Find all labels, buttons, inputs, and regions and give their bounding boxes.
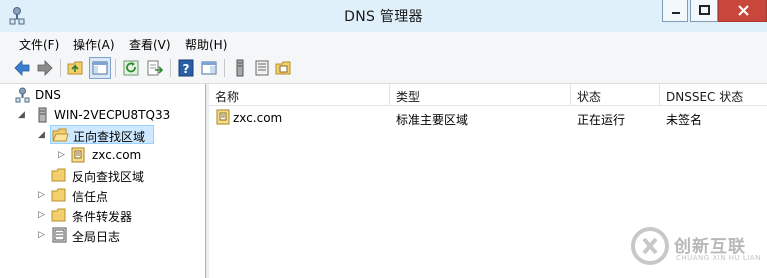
toolbar: ? xyxy=(0,54,767,84)
toolbar-separator xyxy=(224,59,225,77)
minimize-icon xyxy=(672,12,680,14)
minimize-button[interactable] xyxy=(662,0,688,22)
help-icon[interactable]: ? xyxy=(176,58,196,78)
tree-label-forward-zones: 正向查找区域 xyxy=(73,130,146,144)
tree-item-conditional-forwarders[interactable]: ▷ 条件转发器 xyxy=(36,206,156,225)
svg-text:?: ? xyxy=(183,62,190,76)
cell-type: 标准主要区域 xyxy=(396,113,469,127)
maximize-icon xyxy=(699,5,710,15)
column-header-name[interactable]: 名称 xyxy=(209,84,390,105)
expanded-arrow-icon[interactable]: ◢ xyxy=(18,110,25,120)
tree-item-trust-points[interactable]: ▷ 信任点 xyxy=(36,186,146,205)
export-list-icon[interactable] xyxy=(145,58,165,78)
forward-arrow-icon[interactable] xyxy=(35,58,55,78)
menu-view[interactable]: 查看(V) xyxy=(129,36,171,53)
collapsed-arrow-icon[interactable]: ▷ xyxy=(38,210,45,220)
show-hide-tree-icon[interactable] xyxy=(89,57,111,79)
folder-icon xyxy=(51,208,66,222)
properties-pane-icon[interactable] xyxy=(199,58,219,78)
tree-label-conditional-forwarders: 条件转发器 xyxy=(72,210,133,224)
event-log-icon xyxy=(52,227,67,243)
tree-item-forward-zones[interactable]: 正向查找区域 xyxy=(50,125,154,144)
tree-item-server[interactable]: ◢ WIN-2VECPU8TQ33 xyxy=(16,106,201,125)
tree-item-global-logs[interactable]: ▷ 全局日志 xyxy=(36,226,146,245)
list-header: 名称 类型 状态 DNSSEC 状态 xyxy=(209,84,767,106)
column-header-type[interactable]: 类型 xyxy=(390,84,571,105)
watermark-logo-icon xyxy=(631,227,669,265)
up-folder-icon[interactable] xyxy=(66,58,86,78)
collapsed-arrow-icon[interactable]: ▷ xyxy=(38,230,45,240)
close-icon xyxy=(738,5,749,16)
toolbar-separator xyxy=(115,59,116,77)
watermark-subtitle: CHUANG XIN HU LIAN xyxy=(676,254,761,262)
zone-file-icon xyxy=(71,147,85,163)
menu-bar: 文件(F) 操作(A) 查看(V) 帮助(H) xyxy=(0,32,767,54)
server-icon xyxy=(38,107,47,123)
close-button[interactable] xyxy=(718,0,767,22)
main-content: DNS ◢ WIN-2VECPU8TQ33 正向查找区域 ◢ ▷ zxc.com… xyxy=(0,84,767,278)
tree-label-trust-points: 信任点 xyxy=(72,190,109,204)
collapsed-arrow-icon[interactable]: ▷ xyxy=(38,190,45,200)
window-title: DNS 管理器 xyxy=(344,9,423,25)
tree-label-global-logs: 全局日志 xyxy=(72,230,121,244)
back-arrow-icon[interactable] xyxy=(12,58,32,78)
expanded-arrow-icon[interactable]: ◢ xyxy=(38,130,45,140)
maximize-button[interactable] xyxy=(690,0,718,22)
zone-file-icon xyxy=(216,109,230,125)
zone-icon[interactable] xyxy=(274,58,294,78)
refresh-icon[interactable] xyxy=(121,58,141,78)
folder-icon xyxy=(51,188,66,202)
table-row[interactable]: zxc.com 标准主要区域 正在运行 未签名 xyxy=(209,108,767,127)
cell-dnssec: 未签名 xyxy=(666,113,703,127)
title-bar: DNS 管理器 xyxy=(0,0,767,33)
column-header-dnssec[interactable]: DNSSEC 状态 xyxy=(660,84,767,105)
menu-action[interactable]: 操作(A) xyxy=(73,36,115,53)
menu-file[interactable]: 文件(F) xyxy=(19,36,59,53)
tree-label-dns: DNS xyxy=(35,88,61,102)
server-icon[interactable] xyxy=(230,58,250,78)
tree-item-zone-zxc[interactable]: ▷ zxc.com xyxy=(56,146,156,165)
tree-item-dns[interactable]: DNS xyxy=(14,86,194,105)
tree-label-reverse-zones: 反向查找区域 xyxy=(72,170,145,184)
toolbar-separator xyxy=(170,59,171,77)
collapsed-arrow-icon[interactable]: ▷ xyxy=(58,150,65,160)
tree-item-reverse-zones[interactable]: 反向查找区域 xyxy=(50,166,160,185)
watermark: 创新互联 CHUANG XIN HU LIAN xyxy=(628,220,767,272)
folder-icon xyxy=(51,168,66,182)
list-icon[interactable] xyxy=(252,58,272,78)
cell-status: 正在运行 xyxy=(577,113,626,127)
console-tree: DNS ◢ WIN-2VECPU8TQ33 正向查找区域 ◢ ▷ zxc.com… xyxy=(0,84,206,278)
dns-icon xyxy=(15,87,30,103)
toolbar-separator xyxy=(60,59,61,77)
cell-name: zxc.com xyxy=(233,111,283,125)
tree-label-server: WIN-2VECPU8TQ33 xyxy=(54,108,171,122)
tree-label-zone-zxc: zxc.com xyxy=(92,148,142,162)
menu-help[interactable]: 帮助(H) xyxy=(185,36,227,53)
folder-open-icon xyxy=(52,128,69,142)
column-header-status[interactable]: 状态 xyxy=(571,84,660,105)
